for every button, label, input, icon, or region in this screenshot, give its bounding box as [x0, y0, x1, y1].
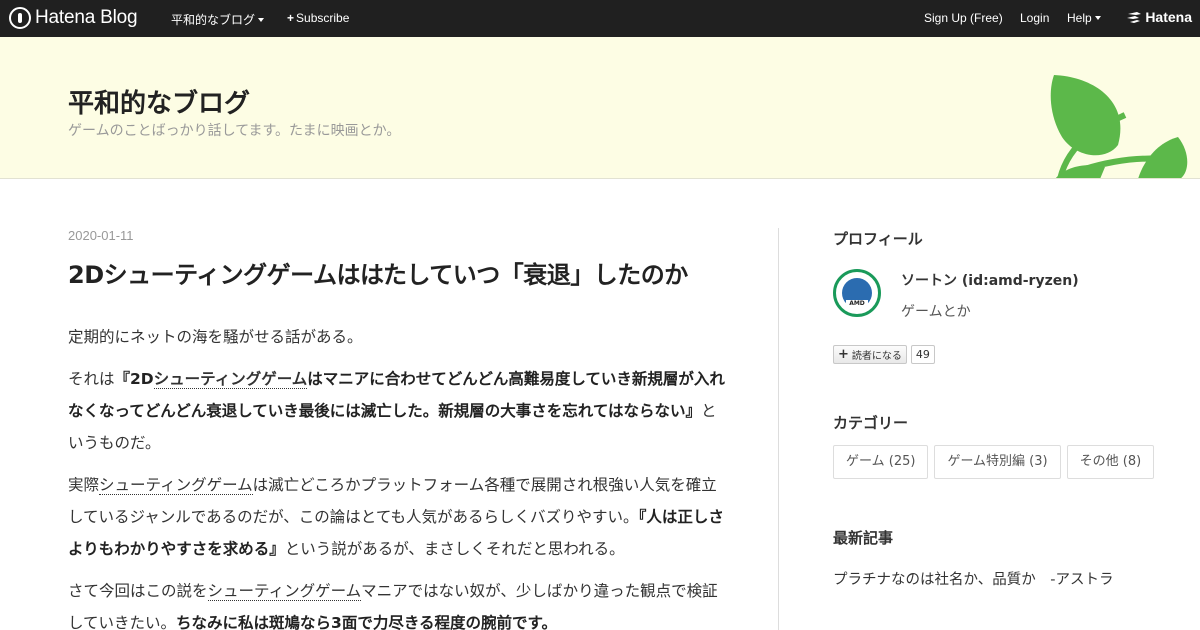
help-dropdown[interactable]: Help [1067, 11, 1101, 25]
avatar-label: AMD [846, 300, 868, 308]
category-title: カテゴリー [833, 414, 909, 432]
plus-icon: + [287, 11, 295, 25]
chevron-down-icon [1094, 16, 1101, 20]
p2-text: それは [68, 370, 115, 388]
keyword-link-shooting-game[interactable]: シューティングゲーム [207, 582, 362, 601]
blog-title[interactable]: 平和的なブログ [68, 83, 250, 120]
p2-bold: 『2Dシューティングゲームはマニアに合わせてどんどん高難易度していき新規層が入れ… [68, 370, 725, 420]
paragraph-4: さて今回はこの説をシューティングゲームマニアではない奴が、少しばかり違った観点で… [68, 575, 728, 630]
entry-title[interactable]: 2Dシューティングゲームははたしていつ「衰退」したのか [68, 259, 728, 291]
signup-link[interactable]: Sign Up (Free) [924, 11, 1003, 25]
subscribe-widget: + 読者になる 49 [833, 345, 1163, 364]
avatar[interactable]: AMD [833, 269, 881, 317]
paragraph-1: 定期的にネットの海を騒がせる話がある。 [68, 328, 363, 346]
column-divider [778, 228, 779, 630]
category-item[interactable]: その他 (8) [1066, 445, 1155, 479]
paragraph-3: 実際シューティングゲームは滅亡どころかプラットフォーム各種で展開され根強い人気を… [68, 469, 728, 565]
recent-entry-link[interactable]: プラチナなのは社名か、品質か -アストラ [833, 568, 1163, 589]
p3-text: 実際 [68, 476, 100, 494]
hatena-bird-icon [1127, 12, 1142, 23]
brand-text: Hatena Blog [35, 7, 138, 28]
login-link[interactable]: Login [1020, 11, 1049, 25]
keyword-link-shooting-game[interactable]: シューティングゲーム [99, 476, 253, 495]
chevron-down-icon [258, 18, 265, 22]
subscribe-button[interactable]: + Subscribe [287, 11, 349, 25]
recent-entries-title: 最新記事 [833, 529, 894, 547]
become-reader-button[interactable]: + 読者になる [833, 345, 907, 364]
hatena-blog-logo-icon [9, 7, 31, 29]
profile-name[interactable]: ソートン (id:amd-ryzen) [901, 270, 1079, 290]
blog-description: ゲームのことばっかり話してます。たまに映画とか。 [68, 123, 401, 139]
profile-description: ゲームとか [901, 304, 971, 320]
subscribe-label: Subscribe [296, 11, 350, 25]
hatena-logo[interactable]: Hatena [1127, 9, 1192, 25]
category-list: ゲーム (25) ゲーム特別編 (3) その他 (8) [833, 445, 1163, 485]
blog-menu-label: 平和的なブログ [171, 13, 256, 27]
hatena-logo-text: Hatena [1145, 9, 1192, 25]
blog-header: 平和的なブログ ゲームのことばっかり話してます。たまに映画とか。 [0, 37, 1200, 179]
category-item[interactable]: ゲーム (25) [833, 445, 929, 479]
p4-text: さて今回はこの説を [68, 582, 208, 600]
profile-text: ソートン (id:amd-ryzen) ゲームとか [901, 269, 1079, 321]
help-label: Help [1067, 11, 1092, 25]
category-item[interactable]: ゲーム特別編 (3) [934, 445, 1061, 479]
keyword-link-shooting-game[interactable]: シューティングゲーム [153, 370, 308, 389]
plus-icon: + [838, 347, 849, 362]
leaf-decoration-icon [1050, 75, 1188, 178]
entry-date[interactable]: 2020-01-11 [68, 228, 728, 243]
become-reader-label: 読者になる [851, 351, 902, 362]
p4-bold: ちなみに私は斑鳩なら3面で力尽きる程度の腕前です。 [176, 614, 557, 630]
article: 2020-01-11 2Dシューティングゲームははたしていつ「衰退」したのか 定… [68, 228, 728, 630]
profile: AMD ソートン (id:amd-ryzen) ゲームとか [833, 269, 1163, 321]
paragraph-2: それは『2Dシューティングゲームはマニアに合わせてどんどん高難易度していき新規層… [68, 363, 728, 459]
profile-title: プロフィール [833, 230, 923, 248]
sidebar: プロフィール AMD ソートン (id:amd-ryzen) ゲームとか + 読者… [833, 228, 1163, 589]
global-header: Hatena Blog 平和的なブログ + Subscribe Sign Up (… [0, 0, 1200, 37]
blog-menu-dropdown[interactable]: 平和的なブログ [171, 11, 265, 28]
hatena-blog-logo[interactable]: Hatena Blog [9, 6, 138, 30]
reader-count[interactable]: 49 [910, 345, 935, 364]
p3-post: という説があるが、まさしくそれだと思われる。 [284, 540, 625, 558]
p2-bold-open: 『2D [114, 370, 154, 388]
